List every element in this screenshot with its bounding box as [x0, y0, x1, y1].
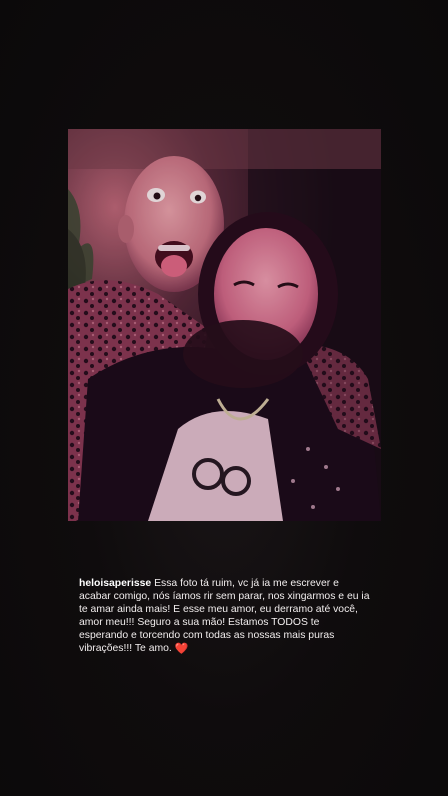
caption-username[interactable]: heloisaperisse	[79, 578, 151, 589]
red-heart-icon: ❤️	[174, 643, 189, 655]
caption-text: Essa foto tá ruim, vc já ia me escrever …	[79, 578, 370, 654]
story-screen: heloisaperisse Essa foto tá ruim, vc já …	[0, 0, 448, 796]
selfie-image	[68, 129, 381, 521]
story-caption: heloisaperisse Essa foto tá ruim, vc já …	[79, 577, 371, 655]
story-photo	[68, 129, 381, 521]
